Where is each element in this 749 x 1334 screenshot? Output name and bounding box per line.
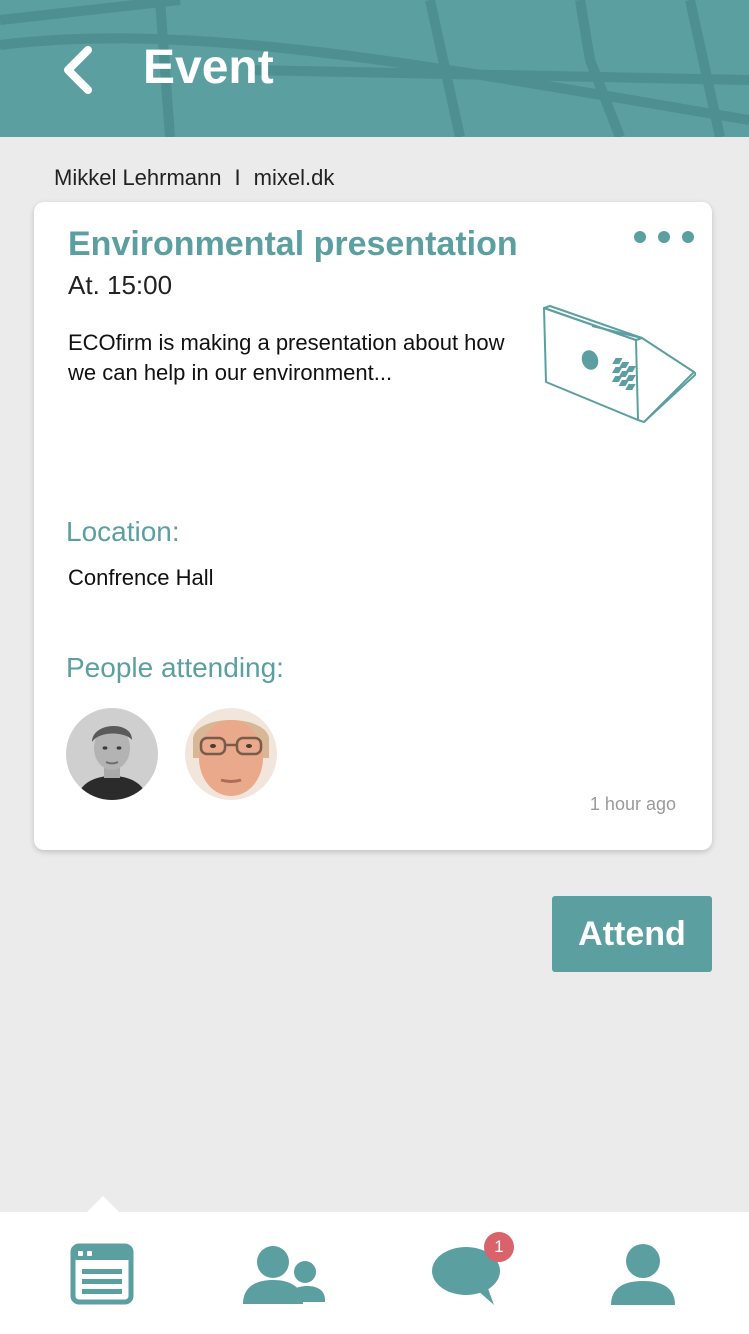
tab-people[interactable] [234, 1232, 334, 1316]
attending-label: People attending: [66, 652, 284, 683]
attendee-photo-1 [66, 708, 158, 800]
organizer-separator: I [234, 165, 241, 190]
unread-badge: 1 [484, 1232, 514, 1262]
bottom-tab-bar: 1 [0, 1196, 749, 1334]
events-icon [70, 1243, 134, 1305]
location-label: Location: [66, 516, 180, 547]
event-title: Environmental presentation [68, 225, 518, 263]
people-icon [243, 1246, 325, 1304]
profile-icon [611, 1244, 675, 1305]
back-button[interactable] [52, 40, 102, 100]
more-dots-icon [658, 231, 670, 243]
chevron-left-icon [64, 46, 92, 94]
tab-events[interactable] [52, 1232, 152, 1316]
event-card: Environmental presentation At. 15:00 ECO… [34, 202, 712, 850]
attendee-photo-2 [185, 708, 277, 800]
organizer-website[interactable]: mixel.dk [254, 165, 335, 190]
attendee-avatar[interactable] [66, 708, 158, 800]
page-title: Event [143, 41, 274, 94]
map-background-pattern [0, 0, 749, 137]
organizer-name[interactable]: Mikkel Lehrmann [54, 165, 222, 190]
laptop-icon [543, 305, 696, 423]
tab-messages[interactable]: 1 [418, 1232, 518, 1316]
attendee-avatar[interactable] [185, 708, 277, 800]
more-dots-icon [634, 231, 646, 243]
header-bar: Event [0, 0, 749, 137]
event-description: ECOfirm is making a presentation about h… [68, 330, 505, 385]
location-value: Confrence Hall [68, 565, 214, 590]
tab-profile[interactable] [593, 1232, 693, 1316]
organizer-info: Mikkel Lehrmann Imixel.dk [54, 164, 334, 192]
posted-time: 1 hour ago [589, 794, 676, 814]
more-options-button[interactable] [634, 224, 694, 250]
event-time: At. 15:00 [68, 270, 173, 300]
attend-button[interactable]: Attend [552, 896, 712, 972]
more-dots-icon [682, 231, 694, 243]
active-tab-indicator [86, 1196, 120, 1213]
